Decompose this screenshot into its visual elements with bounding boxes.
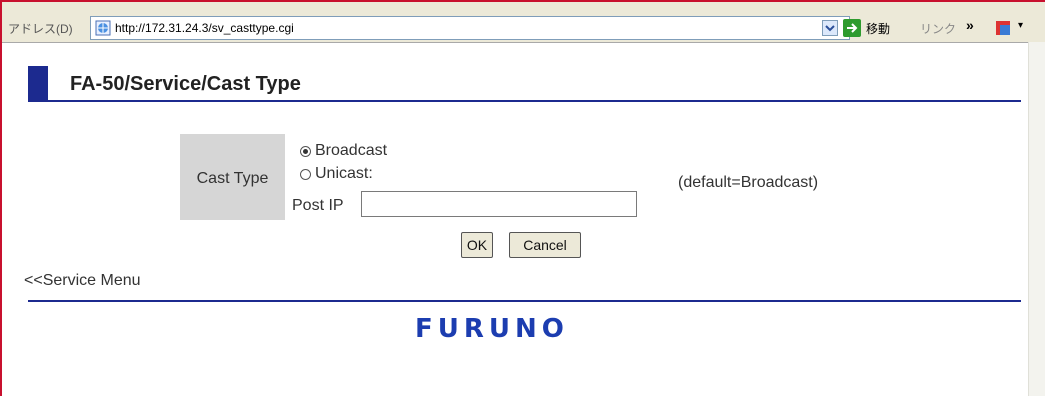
vertical-scrollbar[interactable] (1028, 42, 1045, 396)
tool-dropdown-icon[interactable]: ▾ (1018, 20, 1023, 31)
furuno-logo: FURUNO (415, 314, 569, 344)
header-accent-block (28, 66, 48, 100)
go-arrow-icon[interactable] (842, 18, 862, 38)
unicast-label: Unicast: (315, 165, 373, 182)
post-ip-label: Post IP (292, 197, 344, 214)
post-ip-input[interactable] (361, 191, 637, 217)
cancel-button[interactable]: Cancel (509, 232, 581, 258)
go-button[interactable]: 移動 (866, 20, 890, 37)
broadcast-radio-option[interactable]: Broadcast (300, 142, 387, 160)
toolbar-tool-icon[interactable] (994, 18, 1014, 38)
address-label: アドレス(D) (8, 22, 73, 36)
footer-divider (28, 300, 1021, 302)
broadcast-label: Broadcast (315, 142, 388, 159)
links-button[interactable]: リンク (920, 20, 956, 37)
page-icon (95, 20, 111, 36)
address-input[interactable]: http://172.31.24.3/sv_casttype.cgi (90, 16, 850, 40)
unicast-radio[interactable] (300, 168, 311, 180)
address-bar: アドレス(D) http://172.31.24.3/sv_casttype.c… (2, 2, 1045, 43)
cast-type-label: Cast Type (196, 170, 269, 187)
cast-type-label-cell: Cast Type (180, 134, 285, 220)
service-menu-link[interactable]: <<Service Menu (24, 272, 141, 290)
address-url: http://172.31.24.3/sv_casttype.cgi (115, 21, 294, 35)
page-title: FA-50/Service/Cast Type (70, 73, 301, 95)
ok-button[interactable]: OK (461, 232, 493, 258)
unicast-radio-option[interactable]: Unicast: (300, 165, 373, 183)
header-divider (28, 100, 1021, 102)
broadcast-radio[interactable] (300, 145, 311, 157)
address-dropdown-icon[interactable] (822, 20, 838, 36)
default-note: (default=Broadcast) (678, 174, 819, 191)
more-chevron-icon[interactable]: » (966, 17, 974, 33)
